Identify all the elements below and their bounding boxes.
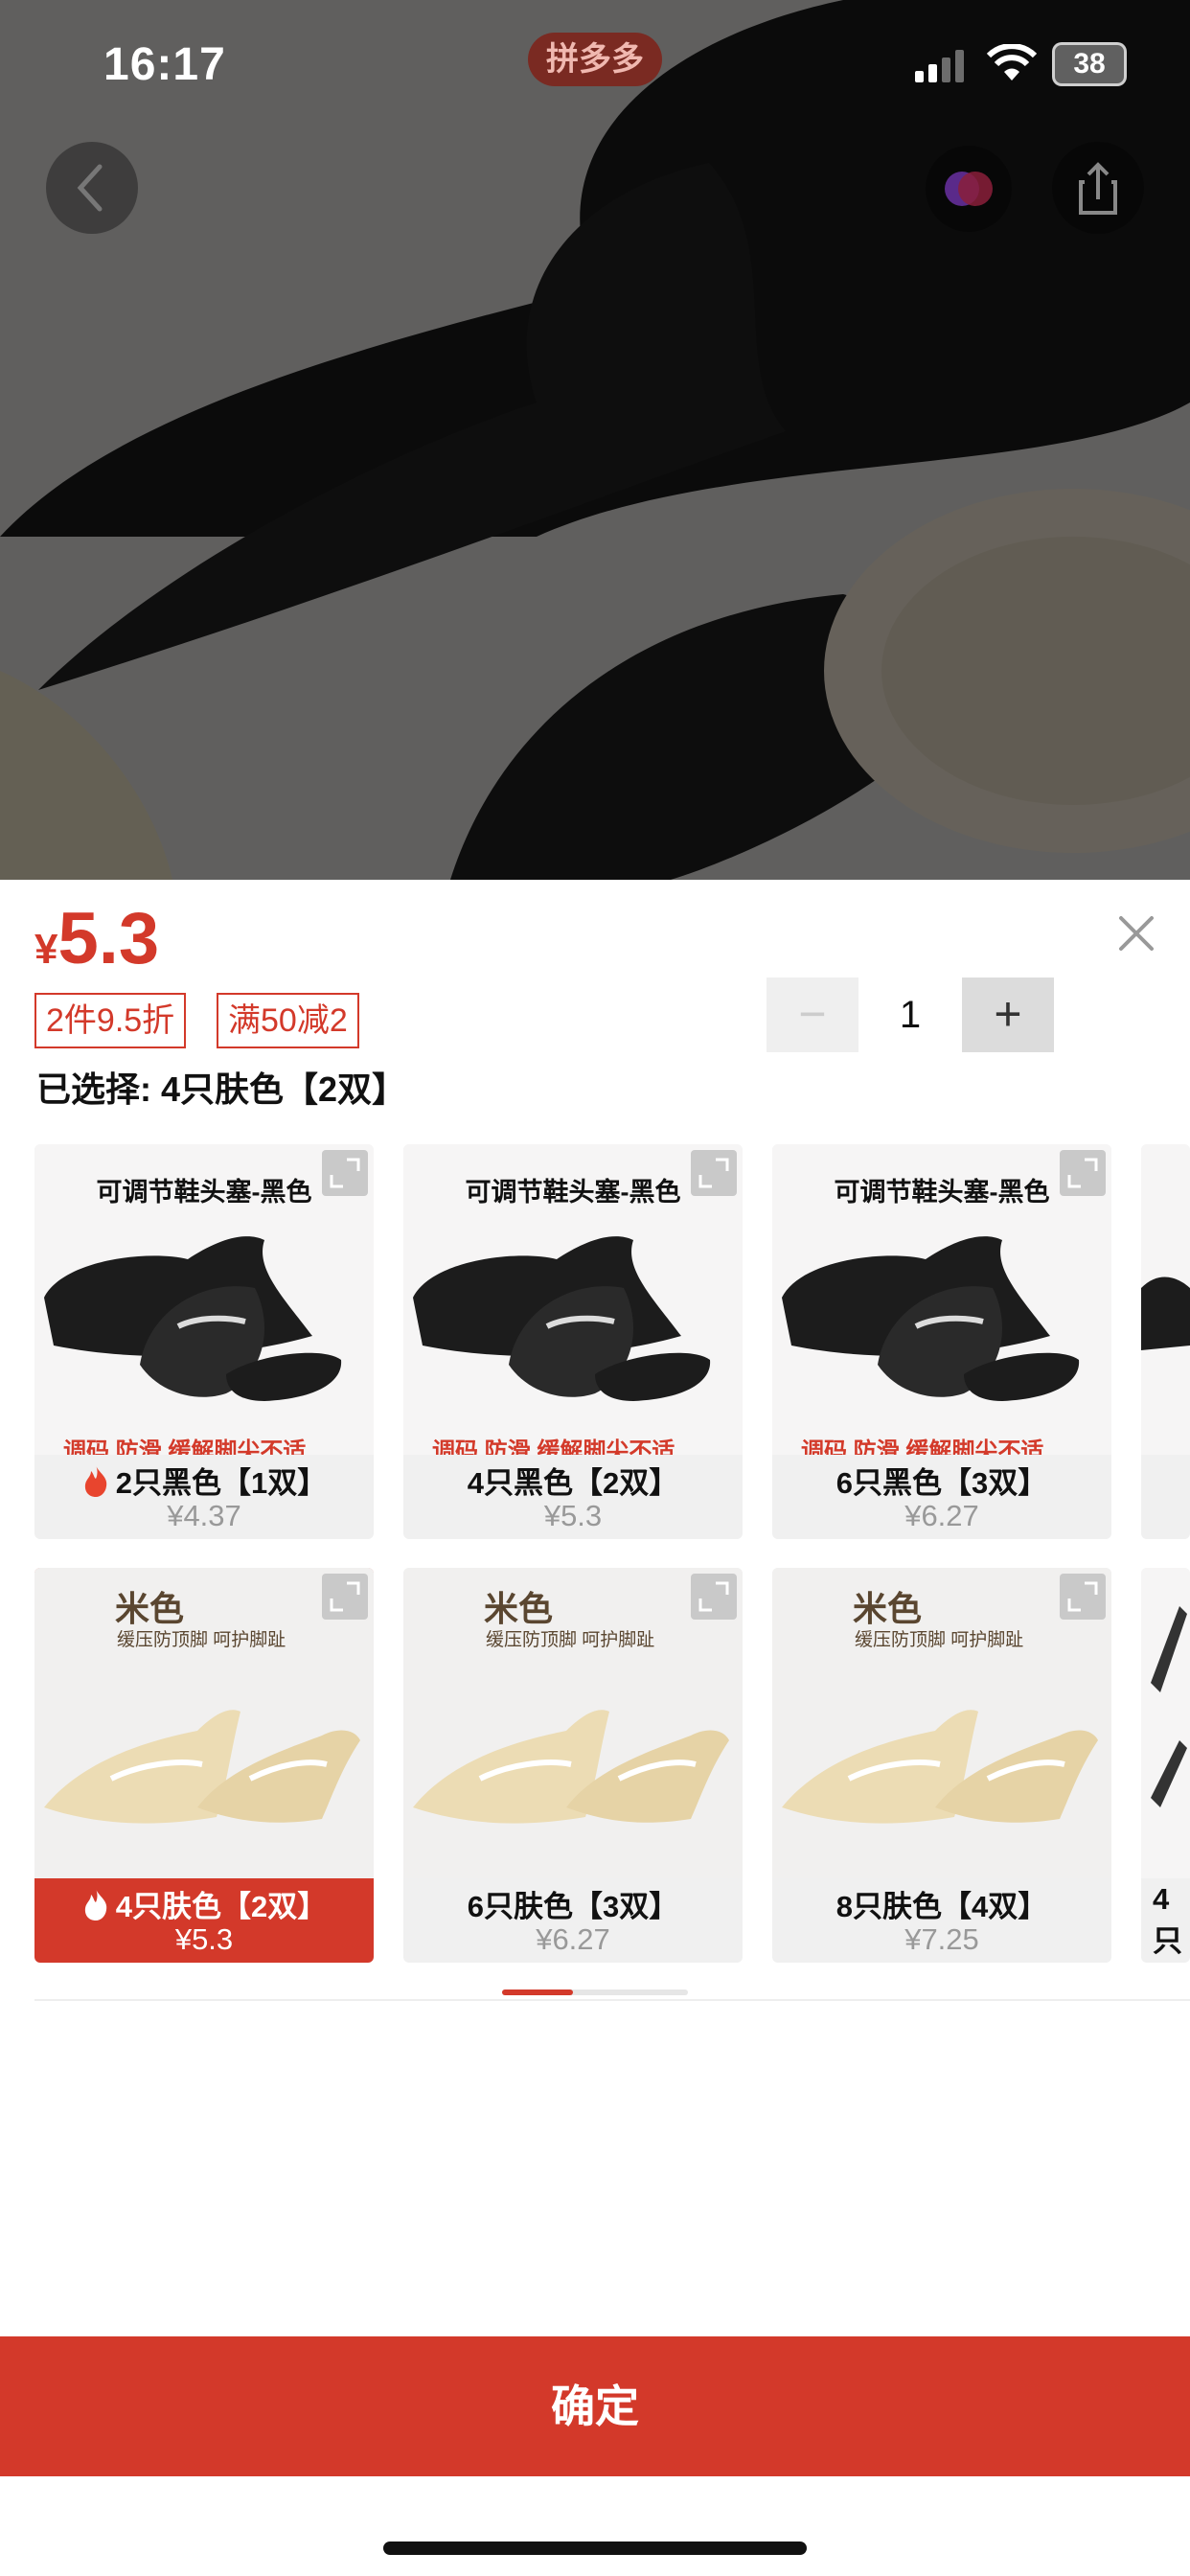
option-card[interactable]: 可调节鞋头塞-黑色 调码 防滑 缓解脚尖不适 6只黑色【3双】 ¥6.27 (772, 1144, 1111, 1539)
expand-image-button[interactable] (691, 1574, 737, 1620)
option-card[interactable]: 可调节鞋头塞-黑色 调码 防滑 缓解脚尖不适 2只黑色【1双】 ¥4.37 (34, 1144, 374, 1539)
option-card-selected[interactable]: 米色 缓压防顶脚 呵护脚趾 4只肤色【2双】 ¥5.3 (34, 1568, 374, 1963)
cellular-signal-icon (915, 50, 964, 82)
option-image-subcaption: 调码 防滑 缓解脚尖不适 (432, 1438, 675, 1455)
option-image-subcaption: 调码 防滑 缓解脚尖不适 (63, 1438, 307, 1455)
quantity-increase-button[interactable]: + (962, 978, 1054, 1052)
live-avatar-button[interactable] (926, 146, 1012, 232)
flame-icon (84, 1889, 107, 1920)
selected-option-text: 已选择: 4只肤色【2双】 (36, 1070, 407, 1109)
live-icon (945, 172, 993, 206)
option-card-partial[interactable]: 4只 (1141, 1568, 1190, 1963)
option-label: 6只黑色【3双】 (835, 1466, 1048, 1500)
price-currency: ¥ (34, 926, 58, 973)
status-time: 16:17 (103, 39, 226, 90)
option-label-partial: 4只 (1153, 1882, 1182, 1958)
dim-overlay (0, 0, 1190, 880)
expand-icon (698, 1581, 729, 1612)
option-image-subcaption: 缓压防顶脚 呵护脚趾 (855, 1630, 1024, 1650)
option-label: 4只肤色【2双】 (34, 1882, 374, 1925)
wifi-icon (987, 44, 1037, 80)
option-image-subcaption: 缓压防顶脚 呵护脚趾 (486, 1630, 655, 1650)
option-label: 2只黑色【1双】 (34, 1459, 374, 1502)
expand-icon (1067, 1158, 1098, 1188)
option-card[interactable]: 米色 缓压防顶脚 呵护脚趾 8只肤色【4双】 ¥7.25 (772, 1568, 1111, 1963)
option-price: ¥5.3 (174, 1922, 234, 1956)
option-price: ¥6.27 (536, 1922, 610, 1956)
share-button[interactable] (1052, 142, 1144, 234)
option-image-caption: 米色 (853, 1589, 923, 1628)
option-label: 6只肤色【3双】 (467, 1890, 679, 1923)
back-button[interactable] (46, 142, 138, 234)
option-price: ¥4.37 (167, 1499, 241, 1532)
home-indicator[interactable] (383, 2542, 807, 2555)
option-image-subcaption: 调码 防滑 缓解脚尖不适 (801, 1438, 1044, 1455)
flame-icon (84, 1465, 107, 1497)
expand-image-button[interactable] (1060, 1150, 1106, 1196)
quantity-value[interactable]: 1 (881, 978, 939, 1052)
price: ¥5.3 (34, 897, 159, 980)
options-scroll-thumb (502, 1990, 573, 1995)
expand-icon (1067, 1581, 1098, 1612)
expand-icon (330, 1158, 360, 1188)
option-image-caption: 米色 (484, 1589, 554, 1628)
expand-image-button[interactable] (691, 1150, 737, 1196)
black-toe-plug-illustration (1141, 1144, 1190, 1455)
expand-image-button[interactable] (1060, 1574, 1106, 1620)
option-image-caption: 米色 (115, 1589, 185, 1628)
black-strip-illustration (1141, 1568, 1190, 1878)
option-image-subcaption: 缓压防顶脚 呵护脚趾 (117, 1630, 286, 1650)
option-label-text: 2只黑色【1双】 (115, 1466, 328, 1500)
option-label: 4只黑色【2双】 (467, 1466, 679, 1500)
option-price: ¥6.27 (904, 1499, 979, 1532)
confirm-button[interactable]: 确定 (0, 2336, 1190, 2476)
sku-selection-sheet: ¥5.3 2件9.5折 满50减2 − 1 + 已选择: 4只肤色【2双】 可调… (0, 880, 1190, 2576)
option-card[interactable]: 可调节鞋头塞-黑色 调码 防滑 缓解脚尖不适 4只黑色【2双】 ¥5.3 (403, 1144, 743, 1539)
option-card[interactable]: 米色 缓压防顶脚 呵护脚趾 6只肤色【3双】 ¥6.27 (403, 1568, 743, 1963)
expand-image-button[interactable] (322, 1574, 368, 1620)
option-label-text: 4只肤色【2双】 (115, 1890, 328, 1923)
option-label: 8只肤色【4双】 (835, 1890, 1048, 1923)
expand-image-button[interactable] (322, 1150, 368, 1196)
divider (34, 1999, 1190, 2001)
option-card-partial[interactable] (1141, 1144, 1190, 1539)
expand-icon (698, 1158, 729, 1188)
chevron-left-icon (77, 164, 103, 212)
battery-icon: 38 (1052, 42, 1127, 86)
status-bar: 16:17 拼多多 38 (0, 0, 1190, 125)
share-icon (1079, 162, 1117, 215)
option-price: ¥7.25 (904, 1922, 979, 1956)
option-price: ¥5.3 (543, 1499, 603, 1532)
close-icon[interactable] (1113, 910, 1159, 956)
price-amount: 5.3 (57, 898, 160, 979)
promo-tag-discount: 2件9.5折 (34, 993, 187, 1048)
options-scroll-indicator (502, 1990, 688, 1995)
promo-tag-coupon: 满50减2 (217, 993, 359, 1048)
app-indicator-pill[interactable]: 拼多多 (528, 33, 662, 86)
expand-icon (330, 1581, 360, 1612)
quantity-decrease-button[interactable]: − (767, 978, 858, 1052)
